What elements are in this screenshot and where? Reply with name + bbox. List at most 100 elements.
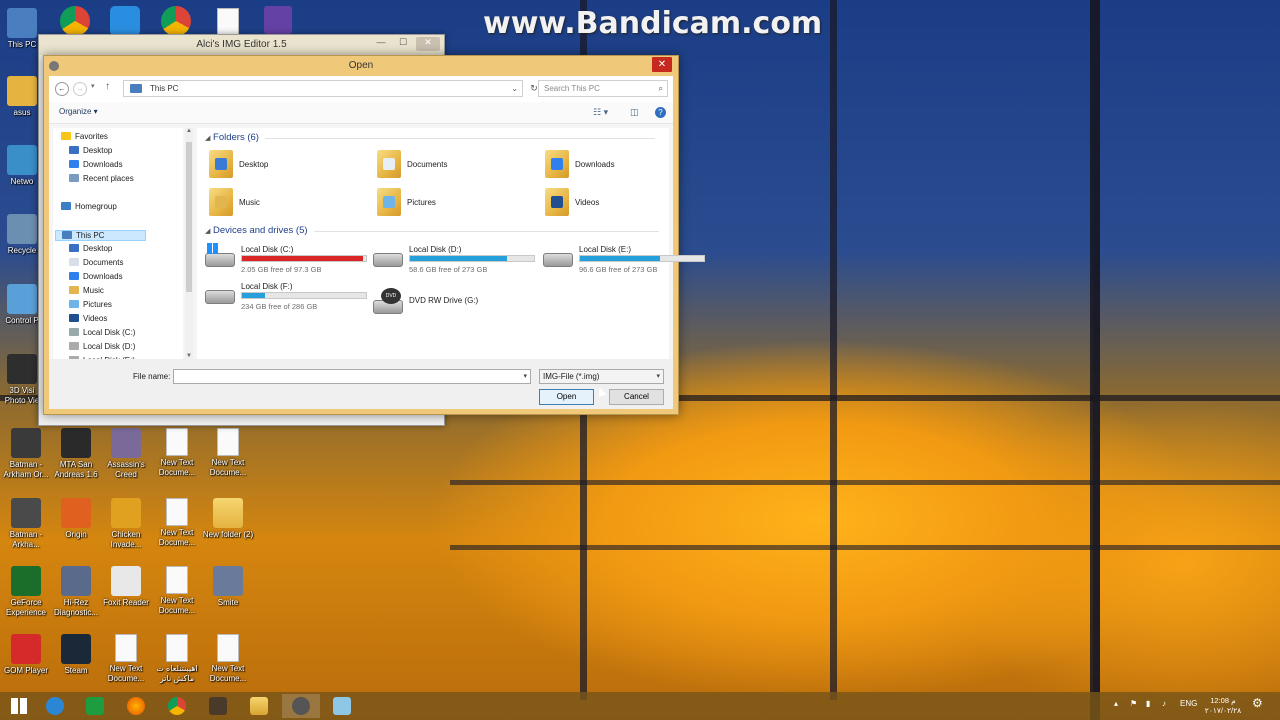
breadcrumb-chevron-icon[interactable]: › xyxy=(140,81,142,96)
desktop-icon[interactable]: Chicken Invade... xyxy=(100,498,152,549)
nav-pc-icon xyxy=(69,286,79,294)
settings-gear-icon[interactable]: ⚙ xyxy=(1252,696,1263,710)
back-arrow-icon[interactable]: ← xyxy=(55,82,69,96)
view-options-icon[interactable]: ☷ ▾ xyxy=(593,107,608,118)
file-name-dropdown-icon[interactable]: ▾ xyxy=(523,372,527,380)
file-type-select[interactable]: IMG-File (*.img) ▾ xyxy=(539,369,664,384)
nav-pc-item[interactable]: Desktop xyxy=(69,244,112,253)
desktop-icon[interactable]: GeForce Experience xyxy=(0,566,52,617)
desktop-icon[interactable]: Origin xyxy=(50,498,102,540)
drives-group-header[interactable]: ◢ Devices and drives (5) xyxy=(205,225,659,236)
maximize-icon[interactable]: ☐ xyxy=(394,37,412,51)
minimize-icon[interactable]: — xyxy=(372,37,390,51)
nav-thispc-item[interactable]: This PC xyxy=(55,230,146,241)
close-icon[interactable]: ✕ xyxy=(416,37,440,51)
taskbar-app[interactable] xyxy=(199,694,237,718)
document-icon[interactable] xyxy=(217,8,239,36)
nav-homegroup-icon xyxy=(61,202,71,210)
nav-thispc-icon xyxy=(62,231,72,239)
open-button[interactable]: Open xyxy=(539,389,594,405)
scroll-thumb[interactable] xyxy=(186,142,192,292)
address-dropdown-icon[interactable]: ⌄ xyxy=(511,81,518,96)
tray-network-icon[interactable]: ▮ xyxy=(1146,699,1150,708)
dialog-close-button[interactable]: ✕ xyxy=(652,57,672,72)
desktop-icon[interactable]: Assassin's Creed xyxy=(100,428,152,479)
folder-overlay-icon xyxy=(215,158,227,170)
nav-pc-item[interactable]: Pictures xyxy=(69,300,112,309)
collapse-chevron-icon[interactable]: ◢ xyxy=(205,135,210,142)
drive-free-space: 2.05 GB free of 97.3 GB xyxy=(241,265,322,274)
folder-overlay-icon xyxy=(551,196,563,208)
taskbar-store[interactable] xyxy=(76,694,114,718)
taskbar-firefox[interactable] xyxy=(117,694,155,718)
collapse-chevron-icon[interactable]: ◢ xyxy=(205,228,210,235)
search-icon[interactable]: ⌕ xyxy=(659,81,663,96)
tray-chevron-icon[interactable]: ▴ xyxy=(1114,699,1118,708)
taskbar-ie[interactable] xyxy=(36,694,74,718)
taskbar-explorer[interactable] xyxy=(240,694,278,718)
chevron-down-icon[interactable]: ▾ xyxy=(656,370,660,383)
dialog-titlebar[interactable]: Open ✕ xyxy=(44,56,678,76)
teamviewer-icon[interactable] xyxy=(110,6,140,36)
drive-name: Local Disk (C:) xyxy=(241,245,294,254)
desktop-icon[interactable]: Batman - Arkha... xyxy=(0,498,52,549)
start-button[interactable] xyxy=(0,694,38,718)
tray-volume-icon[interactable]: ♪ xyxy=(1162,699,1166,708)
desktop-icon[interactable]: MTA San Andreas 1.6 xyxy=(50,428,102,479)
desktop-icon[interactable]: Smite xyxy=(202,566,254,608)
forward-arrow-icon[interactable]: → xyxy=(73,82,87,96)
address-bar[interactable]: › This PC ⌄ xyxy=(123,80,523,97)
help-icon[interactable]: ? xyxy=(655,107,666,118)
taskbar-img-editor[interactable] xyxy=(282,694,320,718)
taskbar-clock[interactable]: 12:08 م ٢٠١٧/٠٢/٢٨ xyxy=(1201,696,1245,716)
taskbar-notepad[interactable] xyxy=(323,694,361,718)
desktop-icon[interactable]: GOM Player xyxy=(0,634,52,676)
nav-fav-item[interactable]: Recent places xyxy=(69,174,134,183)
preview-pane-icon[interactable]: ◫ xyxy=(630,107,639,118)
recent-locations-chevron-icon[interactable]: ▾ xyxy=(91,82,95,90)
nav-fav-item[interactable]: Desktop xyxy=(69,146,112,155)
search-input[interactable]: Search This PC ⌕ xyxy=(538,80,668,97)
nav-pc-item[interactable]: Local Disk (C:) xyxy=(69,328,135,337)
nav-pc-item[interactable]: Music xyxy=(69,286,104,295)
store-icon xyxy=(86,697,104,715)
group-divider xyxy=(264,138,655,139)
desktop-icon[interactable]: Batman - Arkham Or... xyxy=(0,428,52,479)
file-name-input[interactable]: ▾ xyxy=(173,369,531,384)
organize-button[interactable]: Organize ▾ xyxy=(59,107,98,116)
desktop-icon[interactable]: New Text Docume... xyxy=(151,566,203,615)
nav-fav-item[interactable]: Downloads xyxy=(69,160,123,169)
language-indicator[interactable]: ENG xyxy=(1180,699,1197,708)
tray-flag-icon[interactable]: ⚑ xyxy=(1130,699,1137,708)
nav-pc-item[interactable]: Documents xyxy=(69,258,123,267)
desktop-icon[interactable]: New Text Docume... xyxy=(100,634,152,683)
desktop-icon[interactable]: New Text Docume... xyxy=(151,498,203,547)
drive-free-space: 234 GB free of 286 GB xyxy=(241,302,318,311)
desktop-icon[interactable]: New Text Docume... xyxy=(151,428,203,477)
desktop-icon[interactable]: New Text Docume... xyxy=(202,634,254,683)
chrome-icon[interactable] xyxy=(60,6,90,36)
chrome-icon[interactable] xyxy=(161,6,191,36)
cancel-button[interactable]: Cancel xyxy=(609,389,664,405)
desktop-icon[interactable]: اهيبنتنلعاه ت ماكش ناتر xyxy=(151,634,203,683)
desktop-icon[interactable]: New Text Docume... xyxy=(202,428,254,477)
app-shortcut-icon xyxy=(111,498,141,528)
nav-homegroup-item[interactable]: Homegroup xyxy=(61,202,117,211)
up-arrow-icon[interactable]: ↑ xyxy=(105,81,110,92)
desktop-icon[interactable]: New folder (2) xyxy=(202,498,254,540)
desktop-icon[interactable]: Steam xyxy=(50,634,102,676)
nav-fav-icon xyxy=(69,174,79,182)
desktop-icon[interactable]: Hi-Rez Diagnostic... xyxy=(50,566,102,617)
nav-pc-item[interactable]: Local Disk (D:) xyxy=(69,342,135,351)
nav-pc-item[interactable]: Downloads xyxy=(69,272,123,281)
twitch-icon[interactable] xyxy=(264,6,292,34)
folders-group-header[interactable]: ◢ Folders (6) xyxy=(205,132,655,143)
nav-favorites-item[interactable]: Favorites xyxy=(61,132,108,141)
clock-time: 12:08 م xyxy=(1210,696,1236,705)
taskbar-chrome[interactable] xyxy=(158,694,196,718)
nav-pane-scrollbar[interactable]: ▲ ▼ xyxy=(185,128,193,359)
desktop-icon[interactable]: Foxit Reader xyxy=(100,566,152,608)
app-shortcut-icon xyxy=(61,634,91,664)
nav-pc-item[interactable]: Videos xyxy=(69,314,107,323)
scroll-up-icon[interactable]: ▲ xyxy=(186,128,192,134)
